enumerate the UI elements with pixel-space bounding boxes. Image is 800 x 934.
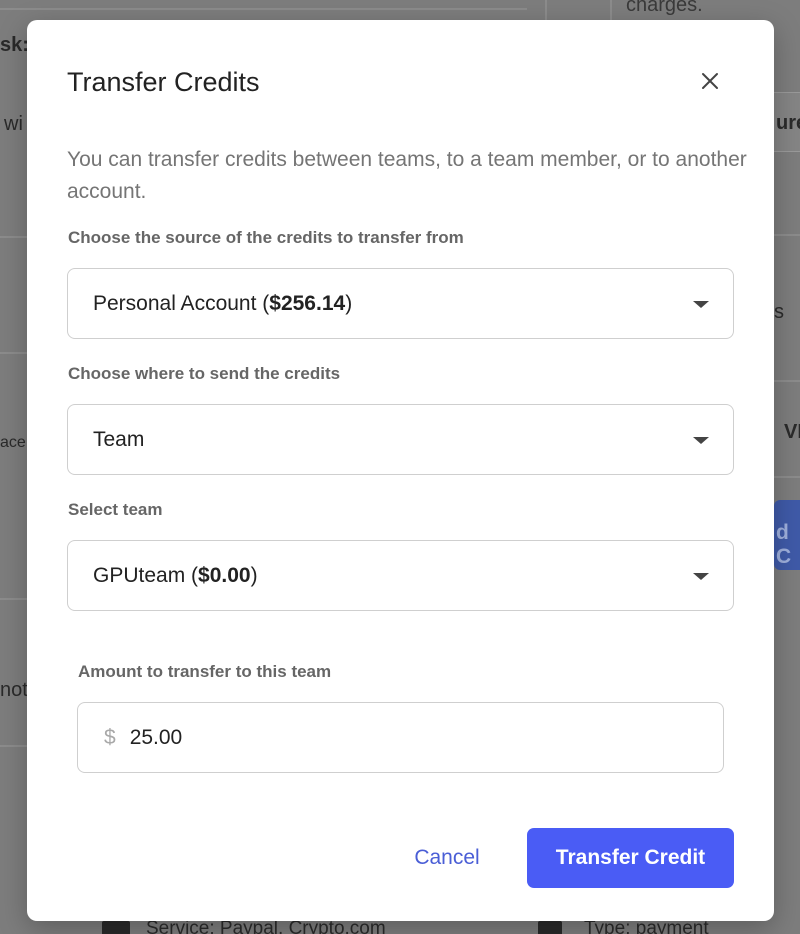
amount-field[interactable]: $ [77,702,724,773]
bg-add-button-label: d C [776,521,792,568]
currency-prefix: $ [104,725,116,749]
bg-divider [610,0,612,20]
bg-text: s [774,301,784,323]
bg-text: wi [4,113,23,135]
dialog-description: You can transfer credits between teams, … [67,148,747,203]
team-balance: $0.00 [198,563,251,587]
bg-text: VI [784,421,800,443]
bg-divider [0,745,27,747]
bg-text: charges. [626,0,703,16]
caret-down-icon [693,573,709,580]
bg-divider [774,380,800,382]
transfer-credits-dialog: Transfer Credits You can transfer credit… [27,20,774,921]
source-selected-value: Personal Account ($256.14) [93,291,353,315]
source-label: Choose the source of the credits to tran… [68,228,464,247]
amount-input[interactable] [129,725,690,750]
close-icon [702,73,718,89]
destination-selected-value: Team [93,427,145,451]
caret-down-icon [693,437,709,444]
user-card-icon [538,921,562,934]
bg-text: not [0,679,28,701]
amount-label: Amount to transfer to this team [78,662,332,681]
bg-divider [774,476,800,478]
bg-divider [0,8,527,10]
transfer-credit-button[interactable]: Transfer Credit [527,828,734,888]
bg-divider [0,236,27,238]
source-balance: $256.14 [269,291,346,315]
team-selected-value: GPUteam ($0.00) [93,563,258,587]
bg-divider [0,598,27,600]
close-button[interactable] [695,66,725,96]
bg-divider [0,352,27,354]
bg-text: sk: [0,34,29,56]
cancel-button[interactable]: Cancel [397,828,497,888]
destination-select[interactable]: Team [67,404,734,475]
credit-card-icon [102,921,130,934]
caret-down-icon [693,301,709,308]
bg-text: ure [776,112,800,134]
source-select[interactable]: Personal Account ($256.14) [67,268,734,339]
team-select[interactable]: GPUteam ($0.00) [67,540,734,611]
bg-divider [774,234,800,236]
dialog-title: Transfer Credits [67,67,260,97]
bg-text: ace [0,434,26,451]
destination-label: Choose where to send the credits [68,364,341,383]
team-label: Select team [68,500,163,519]
